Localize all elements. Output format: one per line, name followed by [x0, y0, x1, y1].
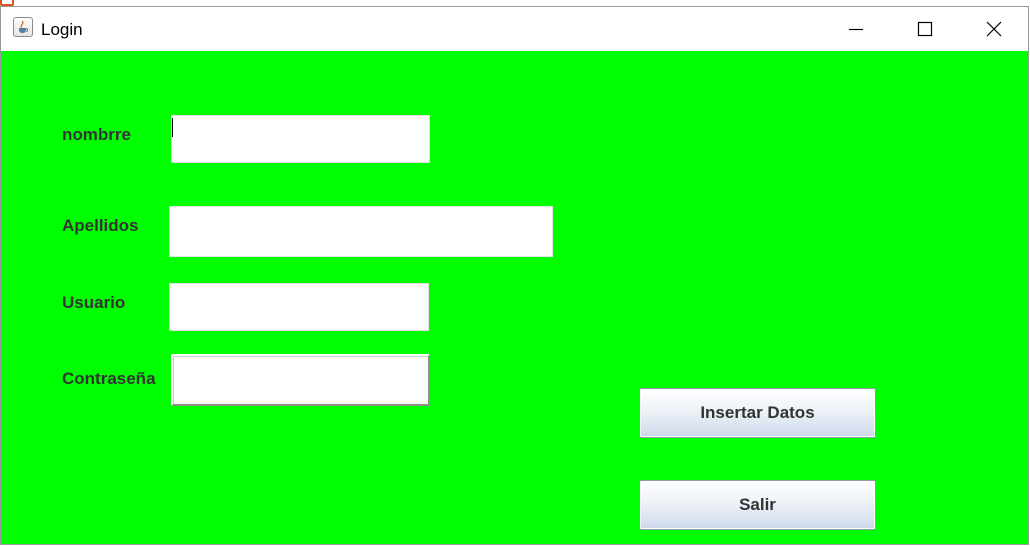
- close-icon: [986, 21, 1002, 37]
- close-button[interactable]: [959, 7, 1029, 51]
- minimize-button[interactable]: [821, 7, 891, 51]
- java-coffee-icon[interactable]: [13, 17, 33, 37]
- nombre-label: nombrre: [62, 125, 131, 144]
- nombre-input[interactable]: [171, 115, 430, 163]
- exit-button[interactable]: Salir: [639, 480, 876, 530]
- contrasena-label: Contraseña: [62, 369, 156, 388]
- apellidos-input[interactable]: [169, 206, 553, 257]
- title-bar[interactable]: Login: [1, 7, 1028, 51]
- usuario-label: Usuario: [62, 293, 126, 312]
- window-title: Login: [41, 20, 83, 39]
- apellidos-label: Apellidos: [62, 216, 139, 235]
- minimize-icon: [849, 28, 863, 31]
- maximize-button[interactable]: [890, 7, 960, 51]
- contrasena-input[interactable]: [171, 354, 430, 406]
- insert-data-button[interactable]: Insertar Datos: [639, 388, 876, 438]
- login-window: Login nombrre Apellidos Usuario Contrase…: [0, 6, 1029, 545]
- form-panel: nombrre Apellidos Usuario Contraseña Ins…: [1, 51, 1028, 544]
- text-cursor: [172, 118, 173, 137]
- maximize-icon: [917, 21, 933, 37]
- usuario-input[interactable]: [169, 283, 429, 331]
